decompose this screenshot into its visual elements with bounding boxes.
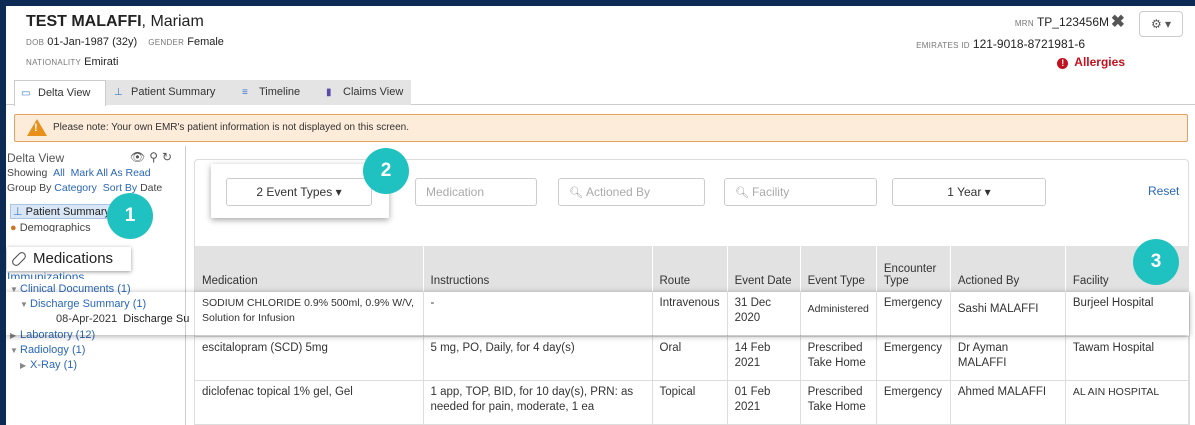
callout-1: 1 <box>107 193 153 239</box>
tree-radiology[interactable]: ▼ Radiology (1) <box>10 344 85 356</box>
filter-bar: Medication 🔍︎ Actioned By 🔍︎ Facility 1 Ye… <box>195 160 1190 238</box>
tree-demographics[interactable]: ● Demographics <box>10 222 91 232</box>
patient-header: TEST MALAFFI, Mariam DOB 01-Jan-1987 (32y… <box>6 6 1195 76</box>
tree-clinical-documents[interactable]: ▼ Clinical Documents (1) <box>10 283 131 295</box>
timeline-icon: ≡ <box>242 87 248 98</box>
tab-delta-view[interactable]: ▭ Delta View <box>14 80 106 106</box>
col-instructions[interactable]: Instructions <box>423 246 653 292</box>
tree-laboratory[interactable]: ▶ Laboratory (12) <box>10 329 95 341</box>
alert-icon: ! <box>1057 58 1069 69</box>
show-all-link[interactable]: All <box>53 167 65 179</box>
event-types-dropdown[interactable]: 2 Event Types ▾ <box>226 178 372 206</box>
gender-value: Female <box>187 36 224 48</box>
mrn: MRN TP_123456M <box>1014 15 1109 29</box>
delta-icon: ▭ <box>21 88 31 99</box>
tree-discharge-item[interactable]: 08-Apr-2021 Discharge Su <box>56 313 189 325</box>
claims-icon: ▮ <box>326 87 332 98</box>
collapsed-icon: ▶ <box>10 331 17 340</box>
tab-bar: ▭ Delta View ⊥ Patient Summary ≡ Timeline ▮… <box>6 80 1195 106</box>
table-header-row: Medication Instructions Route Event Date… <box>195 246 1191 292</box>
table-row[interactable]: diclofenac topical 1% gel, Gel 1 app, TO… <box>195 380 1191 425</box>
table-row[interactable]: SODIUM CHLORIDE 0.9% 500ml, 0.9% W/V, So… <box>195 292 1191 337</box>
close-icon[interactable]: ✖ <box>1111 12 1125 32</box>
callout-2: 2 <box>363 148 409 194</box>
settings-button[interactable]: ⚙ ▾ <box>1139 11 1183 37</box>
sidebar-title: Delta View <box>7 151 65 165</box>
emirates-id: EMIRATES ID 121-9018-8721981-6 <box>916 37 1085 51</box>
group-by-row: Group By Category Sort By Date <box>7 182 163 194</box>
medications-panel: Medication 🔍︎ Actioned By 🔍︎ Facility 1 Ye… <box>194 159 1191 425</box>
group-by-link[interactable]: Category <box>54 182 97 194</box>
dob-gender: DOB 01-Jan-1987 (32y) GENDER Female <box>26 36 224 48</box>
period-dropdown[interactable]: 1 Year ▾ <box>892 178 1046 206</box>
summary-icon: ⊥ <box>114 87 123 98</box>
delta-sidebar: Delta View 👁⚲↻ Showing All Mark All As R… <box>6 146 189 425</box>
expanded-icon: ▼ <box>10 346 18 355</box>
actioned-by-filter-input[interactable]: 🔍︎ Actioned By <box>558 178 705 206</box>
pill-icon <box>10 250 28 268</box>
tab-timeline[interactable]: ≡ Timeline <box>236 80 316 105</box>
nationality: NATIONALITY Emirati <box>26 56 119 68</box>
table-row[interactable]: escitalopram (SCD) 5mg 5 mg, PO, Daily, … <box>195 336 1191 381</box>
collapsed-icon: ▶ <box>20 361 27 370</box>
col-route[interactable]: Route <box>652 246 728 292</box>
col-encounter-type[interactable]: Encounter Type <box>876 246 951 292</box>
gear-icon: ⚙ <box>1150 17 1162 31</box>
dob-value: 01-Jan-1987 (32y) <box>47 36 138 48</box>
eye-icon[interactable]: 👁 <box>130 150 149 164</box>
col-actioned-by[interactable]: Actioned By <box>950 246 1066 292</box>
tree-immunizations[interactable]: Immunizations <box>7 270 84 279</box>
search-icon[interactable]: ⚲ <box>149 150 162 164</box>
mark-all-read-link[interactable]: Mark All As Read <box>71 167 151 179</box>
summary-icon: ⊥ <box>13 206 26 218</box>
col-event-date[interactable]: Event Date <box>727 246 801 292</box>
facility-filter-input[interactable]: 🔍︎ Facility <box>724 178 877 206</box>
person-icon: ● <box>10 222 20 232</box>
medication-filter-input[interactable]: Medication <box>415 178 537 206</box>
callout-3: 3 <box>1133 239 1179 285</box>
showing-row: Showing All Mark All As Read <box>7 167 151 179</box>
medications-table: Medication Instructions Route Event Date… <box>195 246 1191 425</box>
app-frame: TEST MALAFFI, Mariam DOB 01-Jan-1987 (32y… <box>6 6 1195 425</box>
search-icon: 🔍︎ <box>735 187 749 199</box>
refresh-icon[interactable]: ↻ <box>162 150 176 164</box>
col-medication[interactable]: Medication <box>195 246 424 292</box>
tree-discharge-summary[interactable]: ▼ Discharge Summary (1) <box>20 298 146 310</box>
col-event-type[interactable]: Event Type <box>800 246 877 292</box>
expanded-icon: ▼ <box>20 300 28 309</box>
warning-icon: ! <box>27 119 47 136</box>
tab-claims-view[interactable]: ▮ Claims View <box>320 80 410 105</box>
search-icon: 🔍︎ <box>569 187 583 199</box>
expanded-icon: ▼ <box>10 285 18 294</box>
allergies-link[interactable]: ! Allergies <box>1057 55 1125 69</box>
patient-name: TEST MALAFFI, Mariam <box>26 13 204 30</box>
reset-link[interactable]: Reset <box>1148 184 1179 198</box>
tree-xray[interactable]: ▶ X-Ray (1) <box>20 359 77 371</box>
tab-patient-summary[interactable]: ⊥ Patient Summary <box>108 80 232 105</box>
emr-notice-banner: ! Please note: Your own EMR's patient in… <box>14 114 1188 142</box>
medications-highlight[interactable]: Medications <box>7 247 131 271</box>
